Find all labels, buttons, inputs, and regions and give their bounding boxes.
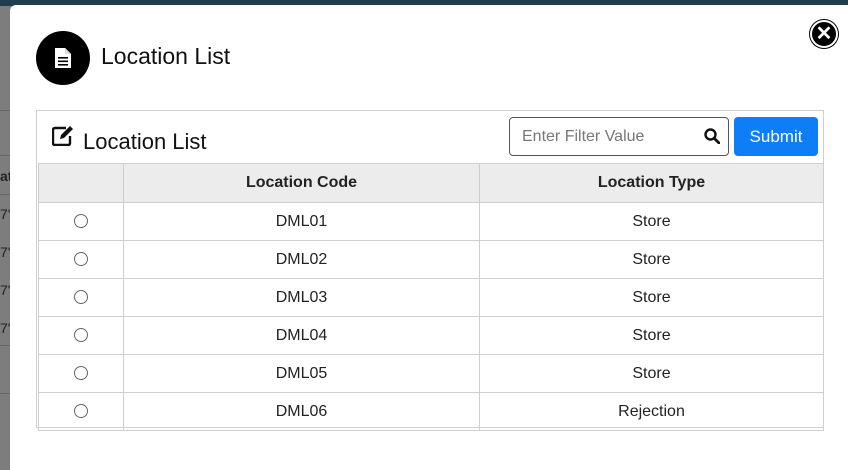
submit-button[interactable]: Submit	[734, 117, 818, 156]
column-header-location-code[interactable]: Location Code	[123, 163, 480, 203]
location-type-cell: Store	[479, 316, 824, 355]
location-code-cell: DML04	[123, 316, 480, 355]
background-divider	[0, 194, 10, 195]
row-radio[interactable]	[74, 328, 88, 343]
panel-title: Location List	[83, 129, 207, 154]
location-type-cell: Store	[479, 240, 824, 279]
background-divider	[0, 110, 10, 111]
location-list-modal: ✕ Location List Location List Enter Filt…	[10, 5, 848, 470]
location-type-cell: Store	[479, 202, 824, 241]
location-type-cell: Store	[479, 278, 824, 317]
search-icon[interactable]	[704, 128, 721, 149]
row-radio[interactable]	[74, 214, 88, 229]
table-header-row: Location Code Location Type	[38, 163, 824, 203]
column-header-select	[38, 163, 124, 203]
table-row[interactable]: DML01 Store	[38, 202, 824, 241]
table-row[interactable]: DML06 Rejection	[38, 392, 824, 431]
location-table: Location Code Location Type DML01 Store …	[38, 163, 824, 431]
row-radio[interactable]	[74, 366, 88, 381]
row-radio[interactable]	[74, 252, 88, 267]
background-text: 7'	[0, 206, 11, 222]
location-list-panel: Location List Submit Location Code Locat…	[36, 110, 824, 431]
column-header-location-type[interactable]: Location Type	[479, 163, 824, 203]
row-radio[interactable]	[74, 290, 88, 305]
background-text: 7'	[0, 282, 11, 298]
location-code-cell: DML06	[123, 392, 480, 431]
background-divider	[0, 155, 10, 156]
row-radio[interactable]	[74, 404, 88, 419]
location-code-cell: DML01	[123, 202, 480, 241]
location-code-cell: DML03	[123, 278, 480, 317]
location-code-cell: DML05	[123, 354, 480, 393]
background-divider	[0, 345, 10, 346]
table-row[interactable]: DML04 Store	[38, 316, 824, 355]
modal-title: Location List	[101, 43, 231, 69]
location-code-cell: DML02	[123, 240, 480, 279]
location-type-cell: Store	[479, 354, 824, 393]
table-row[interactable]: DML05 Store	[38, 354, 824, 393]
background-text: 7'	[0, 244, 11, 260]
filter-box	[509, 117, 729, 156]
edit-icon	[51, 126, 74, 151]
background-text: 7'	[0, 320, 11, 336]
filter-input[interactable]	[510, 118, 690, 155]
document-icon	[36, 31, 90, 85]
table-row[interactable]: DML03 Store	[38, 278, 824, 317]
close-icon[interactable]: ✕	[810, 20, 838, 48]
background-divider	[0, 393, 10, 394]
location-type-cell: Rejection	[479, 392, 824, 431]
table-row[interactable]: DML02 Store	[38, 240, 824, 279]
